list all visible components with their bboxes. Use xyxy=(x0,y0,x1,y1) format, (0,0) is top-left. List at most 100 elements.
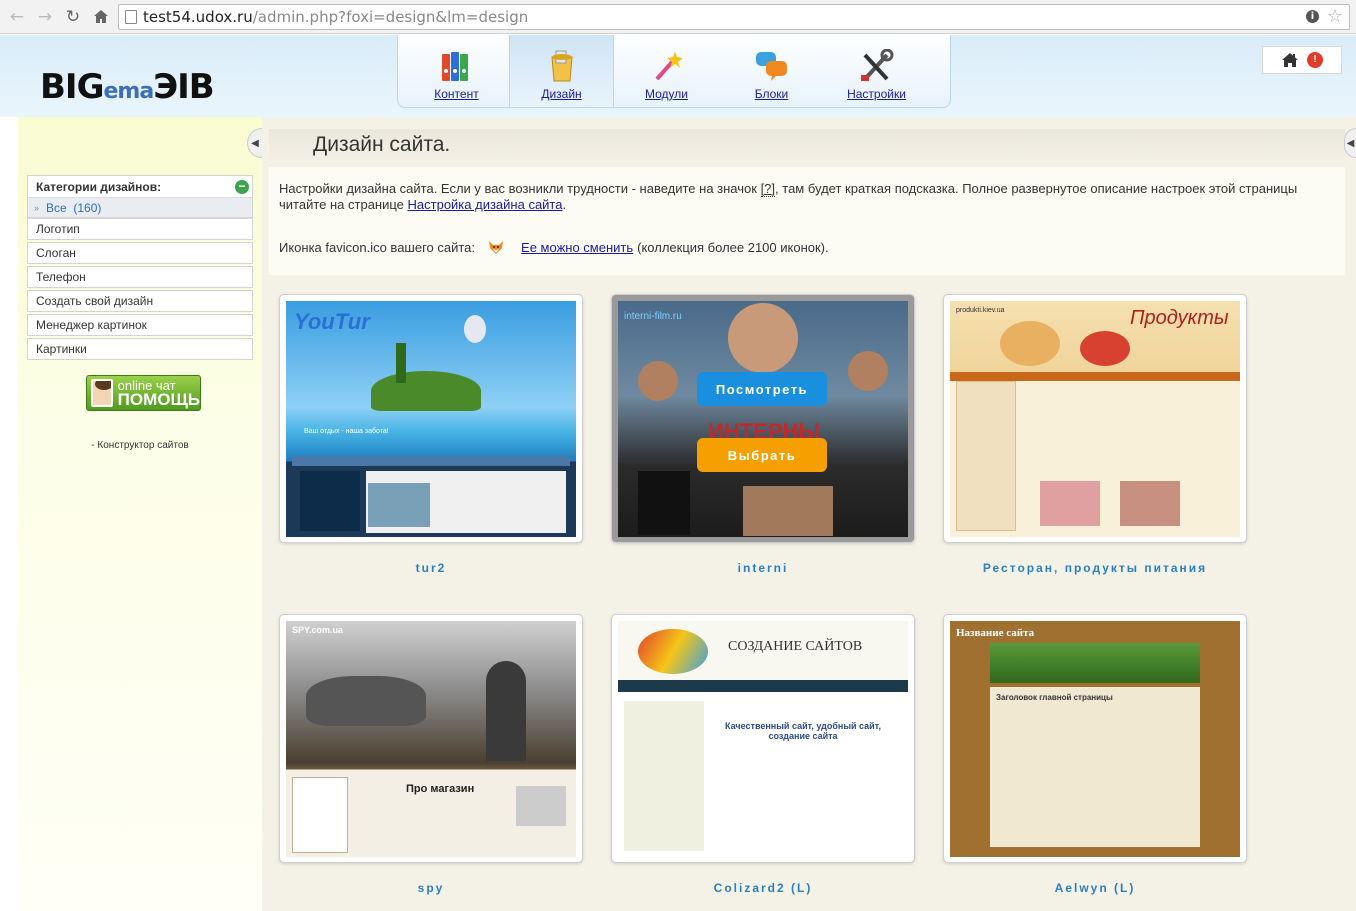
change-favicon-link[interactable]: Ее можно сменить xyxy=(521,240,633,255)
nav-content[interactable]: Контент xyxy=(404,35,509,107)
collapse-right-arrow-icon[interactable]: ◀ xyxy=(1344,128,1356,158)
info-area: Настройки дизайна сайта. Если у вас возн… xyxy=(269,167,1345,275)
nav-blocks-label: Блоки xyxy=(754,87,789,101)
categories-title: Категории дизайнов: xyxy=(28,176,252,198)
theme-card: YouTur Ваш отдых - наша забота! tur2 xyxy=(279,294,583,575)
help-hint[interactable]: [?] xyxy=(760,181,776,197)
favicon-label: Иконка favicon.ico вашего сайта: xyxy=(279,239,476,255)
view-button[interactable]: Посмотреть xyxy=(697,372,827,406)
reload-icon[interactable]: ↻ xyxy=(62,6,84,28)
theme-site-name: produkti.kiev.ua xyxy=(956,307,1005,314)
bookmark-star-icon[interactable]: ☆ xyxy=(1327,6,1343,27)
sidebar-item-slogan[interactable]: Слоган xyxy=(27,242,253,264)
url-path: /admin.php?foxi=design&lm=design xyxy=(252,8,529,26)
theme-preview-image: СОЗДАНИЕ САЙТОВ Качественный сайт, удобн… xyxy=(618,621,908,857)
address-bar[interactable]: test54.udox.ru/admin.php?foxi=design&lm=… xyxy=(118,4,1350,30)
info-icon[interactable]: i xyxy=(1306,10,1319,23)
theme-caption: Продукты xyxy=(1130,307,1229,329)
logo-swirl-shape xyxy=(638,629,708,674)
theme-preview-image: interni-film.ru ИНТЕРНЫ Посмотреть Выбра… xyxy=(618,301,908,537)
design-settings-link[interactable]: Настройка дизайна сайта xyxy=(408,197,563,212)
theme-frame[interactable]: СОЗДАНИЕ САЙТОВ Качественный сайт, удобн… xyxy=(611,614,915,863)
info-end: . xyxy=(562,197,567,212)
photo-placeholder xyxy=(1040,481,1100,526)
theme-name[interactable]: Ресторан, продукты питания xyxy=(943,561,1247,575)
sidebar-item-create-design[interactable]: Создать свой дизайн xyxy=(27,290,253,312)
theme-name[interactable]: interni xyxy=(611,561,915,575)
theme-name[interactable]: Aelwyn (L) xyxy=(943,881,1247,895)
home-icon[interactable] xyxy=(90,6,112,28)
favicon-note: (коллекция более 2100 иконок). xyxy=(637,239,829,255)
theme-preview-image: Название сайта Заголовок главной страниц… xyxy=(950,621,1240,857)
browser-toolbar: ← → ↻ test54.udox.ru/admin.php?foxi=desi… xyxy=(0,0,1356,34)
person-shape xyxy=(638,361,678,401)
theme-name[interactable]: spy xyxy=(279,881,583,895)
nav-design-label: Дизайн xyxy=(541,87,582,101)
nav-modules-label: Модули xyxy=(645,87,688,101)
theme-frame[interactable]: interni-film.ru ИНТЕРНЫ Посмотреть Выбра… xyxy=(611,294,915,543)
binders-icon xyxy=(441,52,468,81)
photo-placeholder xyxy=(1120,481,1180,526)
news-column xyxy=(300,471,360,531)
nav-settings-label: Настройки xyxy=(847,87,906,101)
sidebar-item-image-manager[interactable]: Менеджер картинок xyxy=(27,314,253,336)
online-chat-button[interactable]: online чат ПОМОЩЬ xyxy=(86,375,201,411)
balloon-shape xyxy=(464,315,486,343)
theme-frame[interactable]: produkti.kiev.ua Продукты xyxy=(943,294,1247,543)
forest-banner xyxy=(990,643,1200,683)
nav-settings[interactable]: Настройки xyxy=(824,35,929,107)
theme-caption: Заголовок главной страницы xyxy=(996,693,1113,702)
theme-frame[interactable]: SPY.com.ua Про магазин xyxy=(279,614,583,863)
top-navigation: Контент Дизайн Модули Блоки Настройки xyxy=(397,35,951,108)
theme-name[interactable]: Colizard2 (L) xyxy=(611,881,915,895)
exit-icon[interactable]: ! xyxy=(1307,52,1323,68)
collapse-minus-icon[interactable]: − xyxy=(235,180,249,194)
category-all-label: Все xyxy=(46,200,67,215)
select-button[interactable]: Выбрать xyxy=(697,438,827,472)
categories-title-text: Категории дизайнов: xyxy=(36,179,162,194)
main-content: Дизайн сайта. Настройки дизайна сайта. Е… xyxy=(262,117,1356,911)
sidebar-item-logo[interactable]: Логотип xyxy=(27,218,253,240)
photo-placeholder xyxy=(368,483,430,527)
home-icon[interactable] xyxy=(1281,52,1299,68)
sidebar-column xyxy=(624,701,704,851)
sidebar-item-label: Слоган xyxy=(36,246,76,260)
back-arrow-icon[interactable]: ← xyxy=(6,6,28,28)
theme-caption: Про магазин xyxy=(406,783,475,795)
nav-blocks[interactable]: Блоки xyxy=(719,35,824,107)
sidebar-item-phone[interactable]: Телефон xyxy=(27,266,253,288)
person-shape xyxy=(486,661,526,761)
forward-arrow-icon[interactable]: → xyxy=(34,6,56,28)
nav-modules[interactable]: Модули xyxy=(614,35,719,107)
nav-design[interactable]: Дизайн xyxy=(509,35,614,107)
constructor-link[interactable]: - Конструктор сайтов xyxy=(18,440,262,451)
menu-column xyxy=(638,471,690,535)
header-actions: ! xyxy=(1262,46,1342,74)
sidebar: Категории дизайнов: − » Все (160) Логоти… xyxy=(18,117,262,911)
logo-tail: ЭIB xyxy=(153,67,215,107)
admin-header: BIGemaЭIB Контент Дизайн Модули Блоки На… xyxy=(0,35,1356,117)
theme-card: SPY.com.ua Про магазин spy xyxy=(279,614,583,895)
category-all[interactable]: » Все (160) xyxy=(28,198,252,217)
sidebar-item-images[interactable]: Картинки xyxy=(27,338,253,360)
page-title-bar: Дизайн сайта. xyxy=(269,129,1345,162)
url-host: test54.udox.ru xyxy=(143,8,253,26)
theme-card-hovered: interni-film.ru ИНТЕРНЫ Посмотреть Выбра… xyxy=(611,294,915,575)
sidebar-item-label: Логотип xyxy=(36,222,80,236)
theme-site-name: SPY.com.ua xyxy=(292,625,344,635)
theme-site-name: Название сайта xyxy=(956,627,1035,639)
theme-frame[interactable]: YouTur Ваш отдых - наша забота! xyxy=(279,294,583,543)
theme-frame[interactable]: Название сайта Заголовок главной страниц… xyxy=(943,614,1247,863)
photo-placeholder xyxy=(516,786,566,826)
sidebar-column xyxy=(292,777,348,853)
nav-strip xyxy=(292,456,570,466)
page-title: Дизайн сайта. xyxy=(313,133,451,156)
person-shape xyxy=(848,351,888,391)
sidebar-item-label: Создать свой дизайн xyxy=(36,294,154,308)
theme-name[interactable]: tur2 xyxy=(279,561,583,575)
theme-caption: Ваш отдых - наша забота! xyxy=(304,428,389,435)
theme-card: produkti.kiev.ua Продукты Ресторан, прод… xyxy=(943,294,1247,575)
info-text: Настройки дизайна сайта. Если у вас возн… xyxy=(279,181,1329,213)
logo[interactable]: BIGemaЭIB xyxy=(40,67,215,107)
nav-content-label: Контент xyxy=(434,87,479,101)
